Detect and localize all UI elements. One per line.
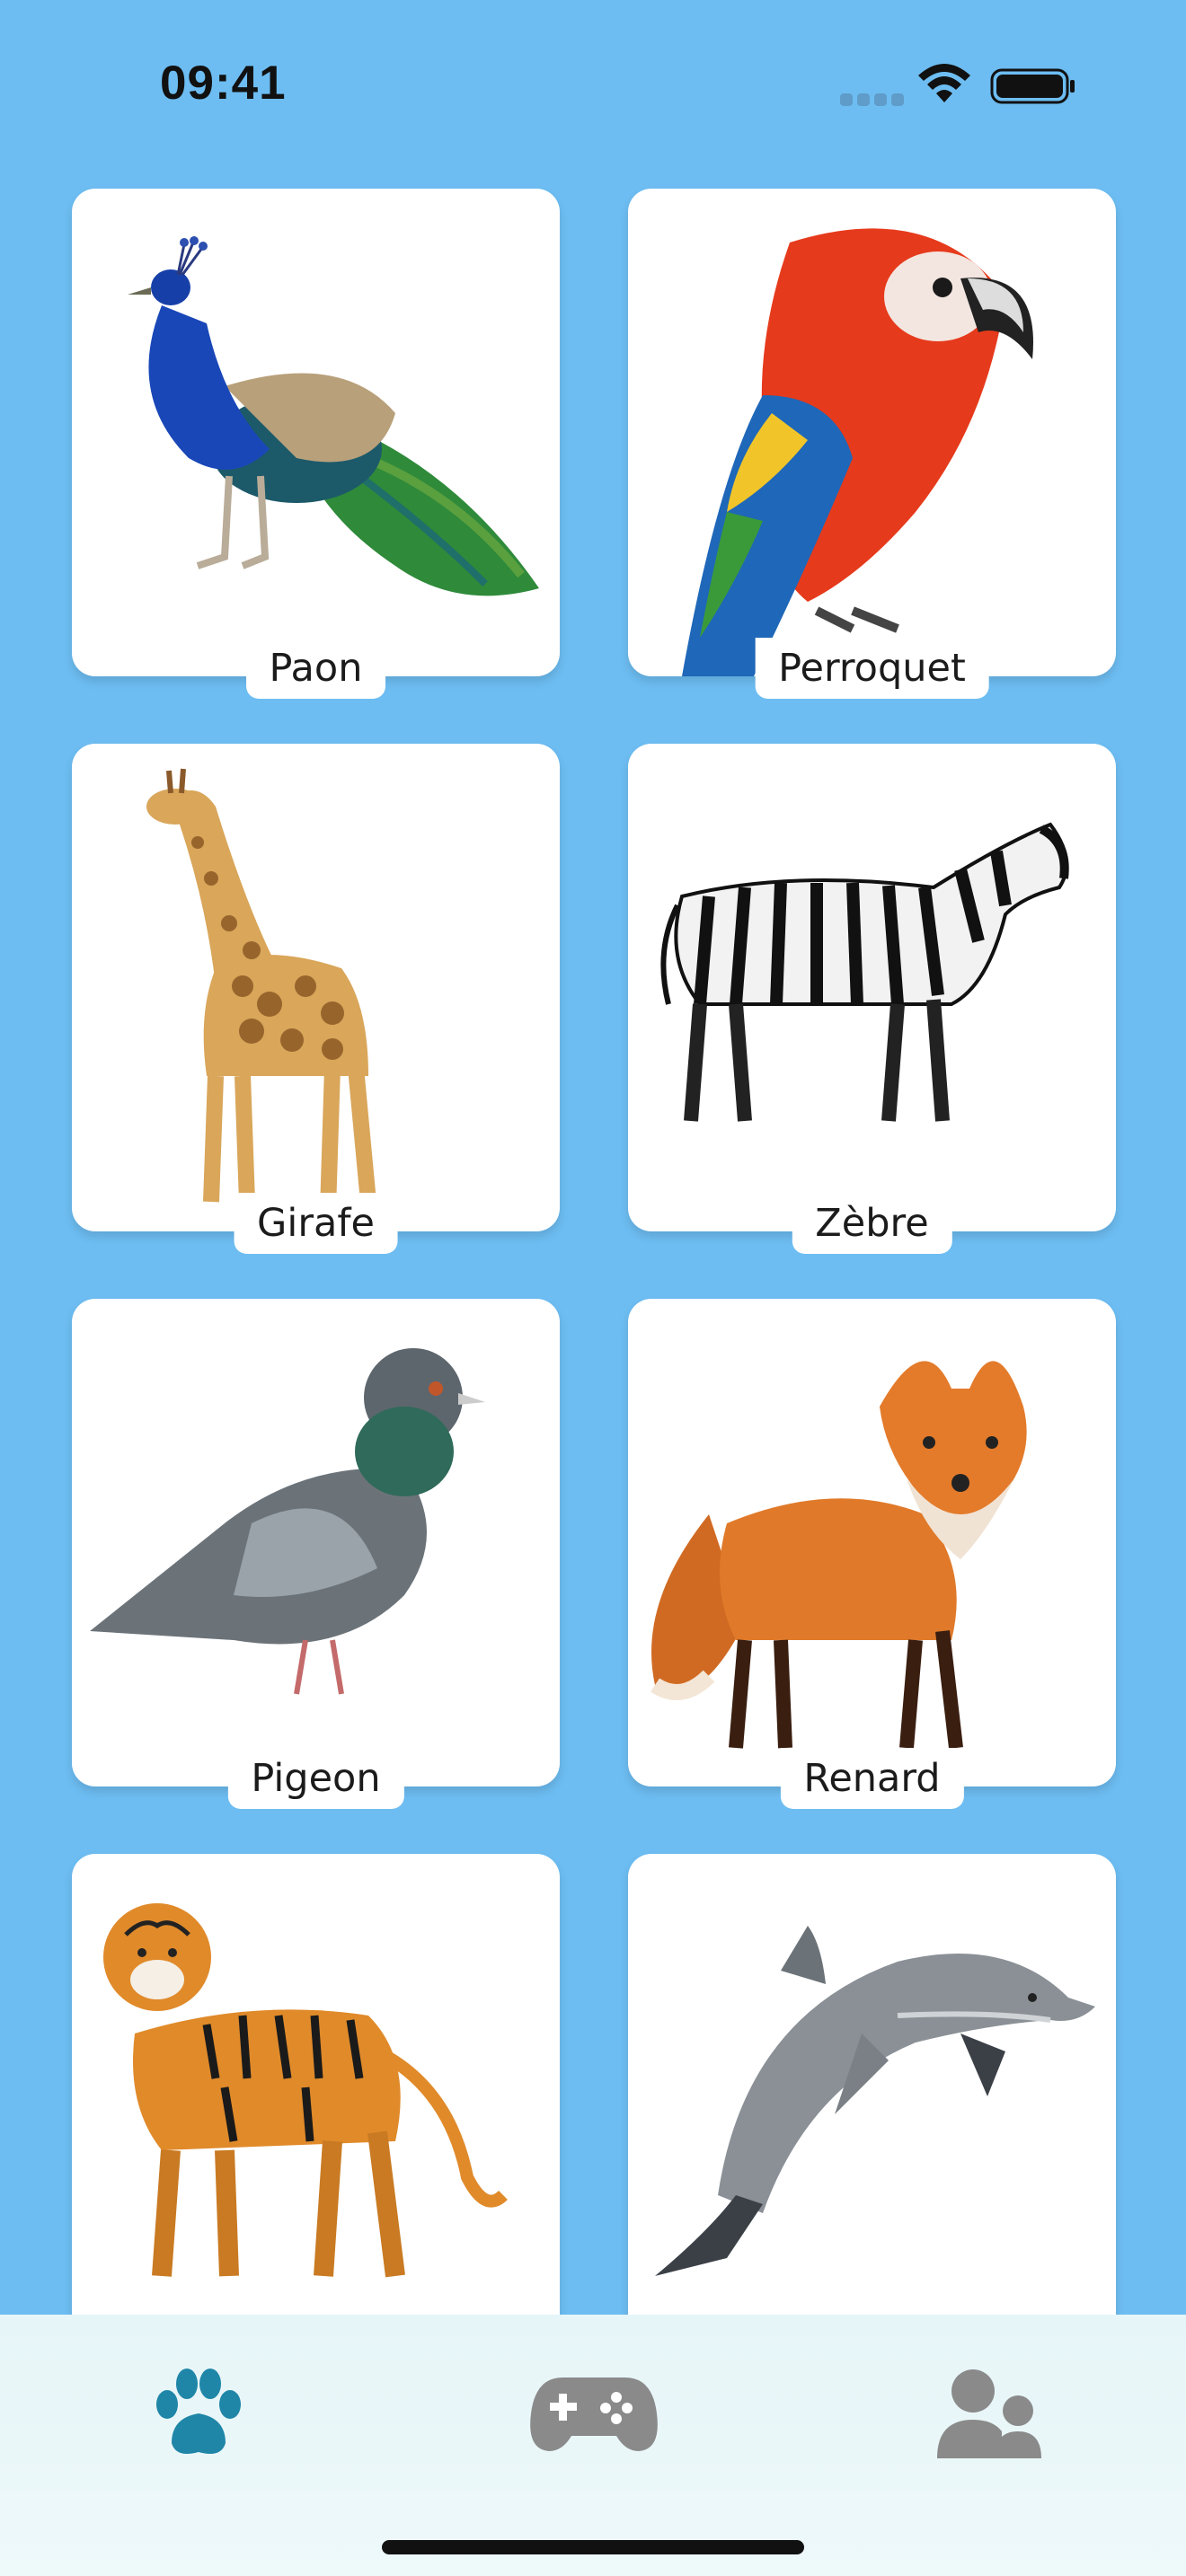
dolphin-image <box>655 1926 1095 2276</box>
peacock-image <box>128 236 539 596</box>
bottom-tab-bar <box>0 2315 1186 2576</box>
animal-label: Zèbre <box>792 1193 952 1254</box>
fox-image <box>651 1361 1027 1749</box>
parrot-image <box>682 228 1033 676</box>
tab-profile[interactable] <box>916 2351 1060 2476</box>
gamepad-icon <box>530 2378 658 2451</box>
zebra-image <box>660 822 1069 1122</box>
giraffe-image <box>146 768 376 1212</box>
pigeon-image <box>90 1348 485 1695</box>
animal-card-dolphin[interactable] <box>628 1854 1116 2342</box>
animal-card-pigeon[interactable]: Pigeon <box>72 1299 560 1809</box>
home-indicator <box>382 2540 804 2554</box>
tab-games[interactable] <box>522 2351 666 2476</box>
animal-grid: Paon Perroquet Girafe Zèbre Pigeon Renar… <box>0 0 1186 2576</box>
animal-card-peacock[interactable]: Paon <box>72 189 560 699</box>
animal-card-tiger[interactable] <box>72 1854 560 2342</box>
animal-card-giraffe[interactable]: Girafe <box>72 744 560 1254</box>
animal-label: Renard <box>780 1748 964 1809</box>
animal-card-fox[interactable]: Renard <box>628 1299 1116 1809</box>
animal-label: Paon <box>245 638 386 699</box>
tiger-image <box>103 1903 508 2278</box>
animal-label: Girafe <box>234 1193 398 1254</box>
paw-icon <box>156 2369 241 2455</box>
animal-label: Pigeon <box>227 1748 404 1809</box>
users-icon <box>937 2369 1041 2458</box>
animal-card-parrot[interactable]: Perroquet <box>628 189 1116 699</box>
animal-card-zebra[interactable]: Zèbre <box>628 744 1116 1254</box>
tab-animals[interactable] <box>127 2351 270 2476</box>
animal-label: Perroquet <box>755 638 989 699</box>
